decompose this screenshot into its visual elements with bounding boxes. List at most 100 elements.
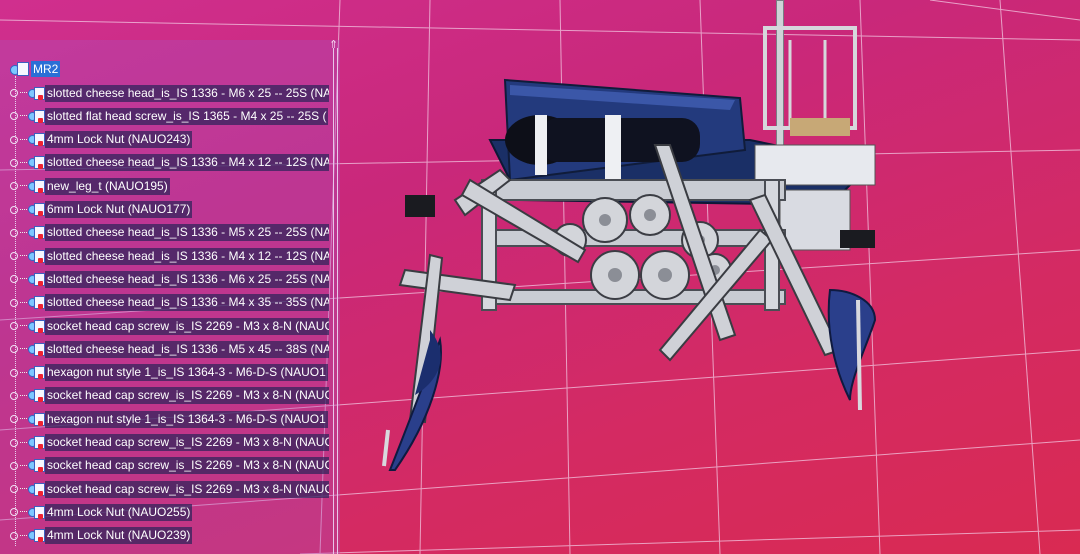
tree-connector	[20, 301, 27, 304]
tree-scrollbar[interactable]: ⇑	[328, 39, 340, 554]
product-part-icon	[28, 109, 45, 124]
product-part-icon	[28, 179, 45, 194]
tree-item[interactable]: 4mm Lock Nut (NAUO255)	[10, 502, 193, 522]
tree-connector	[20, 511, 27, 513]
tree-item[interactable]: socket head cap screw_is_IS 2269 - M3 x …	[10, 386, 329, 406]
product-part-icon	[28, 412, 45, 427]
tree-expander-icon[interactable]	[10, 485, 18, 494]
tree-expander-icon[interactable]	[10, 345, 18, 354]
tree-item[interactable]: slotted flat head screw_is_IS 1365 - M4 …	[10, 106, 329, 126]
product-part-icon	[28, 272, 45, 287]
tree-item-label: slotted cheese head_is_IS 1336 - M4 x 12…	[45, 154, 329, 172]
tree-item-label: hexagon nut style 1_is_IS 1364-3 - M6-D-…	[45, 410, 328, 428]
tree-item-label: slotted cheese head_is_IS 1336 - M6 x 25…	[45, 270, 329, 288]
tree-connector	[20, 92, 27, 94]
tree-expander-icon[interactable]	[10, 438, 18, 447]
product-part-icon	[28, 319, 45, 334]
tree-item-label: 4mm Lock Nut (NAUO255)	[45, 503, 193, 521]
product-part-icon	[28, 482, 45, 497]
tree-expander-icon[interactable]	[10, 275, 18, 284]
tree-connector	[20, 394, 27, 397]
tree-item[interactable]: slotted cheese head_is_IS 1336 - M4 x 12…	[10, 246, 329, 266]
assembly-root-icon	[10, 61, 30, 77]
product-part-icon	[28, 505, 45, 520]
product-part-icon	[28, 342, 45, 357]
tree-expander-icon[interactable]	[10, 508, 18, 517]
tree-expander-icon[interactable]	[10, 391, 18, 400]
tree-item[interactable]: 4mm Lock Nut (NAUO239)	[10, 526, 193, 546]
product-part-icon	[28, 295, 45, 310]
tree-connector	[20, 161, 27, 164]
tree-connector	[20, 231, 27, 234]
product-part-icon	[28, 458, 45, 473]
product-part-icon	[28, 528, 45, 543]
tree-root-item[interactable]: MR2	[10, 60, 61, 78]
tree-item[interactable]: 6mm Lock Nut (NAUO177)	[10, 200, 193, 220]
tree-connector	[20, 371, 27, 374]
tree-item-label: 4mm Lock Nut (NAUO243)	[45, 131, 193, 149]
tree-connector	[20, 418, 27, 420]
tree-connector	[20, 325, 27, 327]
tree-expander-icon[interactable]	[10, 415, 18, 424]
tree-item[interactable]: hexagon nut style 1_is_IS 1364-3 - M6-D-…	[10, 409, 328, 429]
tree-item[interactable]: slotted cheese head_is_IS 1336 - M4 x 12…	[10, 153, 329, 173]
tree-connector	[20, 488, 27, 490]
tree-item[interactable]: slotted cheese head_is_IS 1336 - M5 x 45…	[10, 339, 329, 359]
product-part-icon	[28, 132, 45, 147]
tree-item-label: slotted cheese head_is_IS 1336 - M5 x 25…	[45, 224, 329, 242]
tree-item-label: socket head cap screw_is_IS 2269 - M3 x …	[45, 480, 329, 498]
tree-item[interactable]: 4mm Lock Nut (NAUO243)	[10, 130, 193, 150]
tree-item-label: 4mm Lock Nut (NAUO239)	[45, 527, 193, 545]
tree-connector	[20, 255, 27, 257]
robot-assembly-model[interactable]	[370, 0, 900, 480]
tree-item[interactable]: slotted cheese head_is_IS 1336 - M6 x 25…	[10, 269, 329, 289]
tree-connector	[20, 208, 27, 211]
tree-item[interactable]: socket head cap screw_is_IS 2269 - M3 x …	[10, 316, 329, 336]
tree-expander-icon[interactable]	[10, 158, 18, 167]
tree-item-label: socket head cap screw_is_IS 2269 - M3 x …	[45, 317, 329, 335]
tree-item-label: slotted cheese head_is_IS 1336 - M4 x 35…	[45, 294, 329, 312]
tree-item[interactable]: socket head cap screw_is_IS 2269 - M3 x …	[10, 456, 329, 476]
tree-expander-icon[interactable]	[10, 298, 18, 307]
tree-item[interactable]: slotted cheese head_is_IS 1336 - M4 x 35…	[10, 293, 329, 313]
tree-expander-icon[interactable]	[10, 182, 18, 191]
product-part-icon	[28, 155, 45, 170]
product-part-icon	[28, 365, 45, 380]
tree-item[interactable]: hexagon nut style 1_is_IS 1364-3 - M6-D-…	[10, 363, 328, 383]
tree-item-label: new_leg_t (NAUO195)	[45, 177, 170, 195]
tree-item-label: socket head cap screw_is_IS 2269 - M3 x …	[45, 434, 329, 451]
tree-item-label: slotted flat head screw_is_IS 1365 - M4 …	[45, 107, 329, 125]
tree-expander-icon[interactable]	[10, 89, 18, 97]
tree-expander-icon[interactable]	[10, 461, 18, 470]
tree-expander-icon[interactable]	[10, 112, 18, 121]
tree-expander-icon[interactable]	[10, 252, 18, 261]
tree-item[interactable]: socket head cap screw_is_IS 2269 - M3 x …	[10, 433, 329, 453]
product-part-icon	[28, 202, 45, 217]
tree-item[interactable]: slotted cheese head_is_IS 1336 - M6 x 25…	[10, 83, 329, 103]
tree-item-label: slotted cheese head_is_IS 1336 - M4 x 12…	[45, 247, 329, 265]
tree-connector	[20, 464, 27, 467]
tree-connector	[20, 441, 27, 444]
product-part-icon	[28, 86, 45, 101]
tree-connector	[20, 348, 27, 350]
product-part-icon	[28, 225, 45, 240]
tree-expander-icon[interactable]	[10, 531, 18, 540]
tree-item-label: 6mm Lock Nut (NAUO177)	[45, 201, 193, 218]
tree-item-label: socket head cap screw_is_IS 2269 - M3 x …	[45, 457, 329, 475]
tree-connector	[20, 185, 27, 187]
tree-expander-icon[interactable]	[10, 205, 18, 214]
tree-item[interactable]: socket head cap screw_is_IS 2269 - M3 x …	[10, 479, 329, 499]
tree-item[interactable]: slotted cheese head_is_IS 1336 - M5 x 25…	[10, 223, 329, 243]
tree-expander-icon[interactable]	[10, 368, 18, 377]
tree-connector	[20, 534, 27, 537]
tree-item-label: socket head cap screw_is_IS 2269 - M3 x …	[45, 387, 329, 405]
tree-item[interactable]: new_leg_t (NAUO195)	[10, 176, 170, 196]
product-part-icon	[28, 388, 45, 403]
tree-root-label: MR2	[31, 61, 61, 77]
tree-expander-icon[interactable]	[10, 228, 18, 237]
product-part-icon	[28, 249, 45, 264]
tree-item-label: slotted cheese head_is_IS 1336 - M6 x 25…	[45, 84, 329, 102]
tree-expander-icon[interactable]	[10, 135, 18, 144]
product-part-icon	[28, 435, 45, 450]
tree-expander-icon[interactable]	[10, 322, 18, 330]
